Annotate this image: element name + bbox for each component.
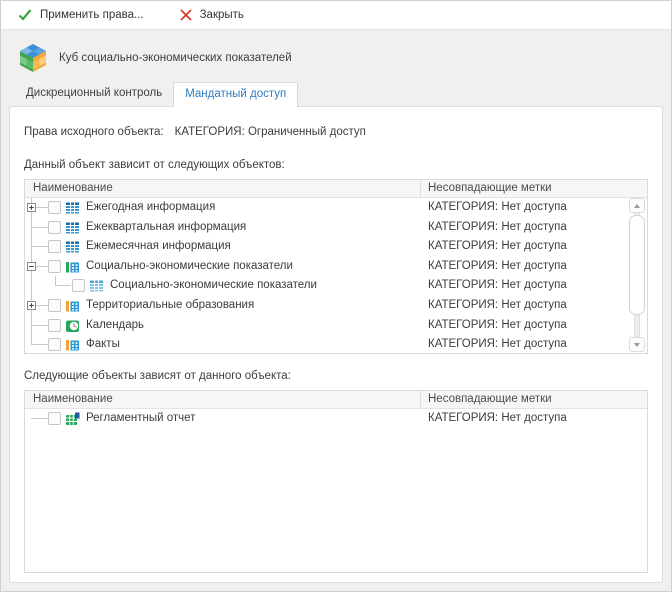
close-label: Закрыть [200, 9, 244, 21]
row-label[interactable]: Факты [86, 338, 120, 350]
row-label[interactable]: Социально-экономические показатели [86, 260, 293, 272]
table-row[interactable]: Территориальные образования КАТЕГОРИЯ: Не… [25, 296, 647, 316]
row-checkbox[interactable] [48, 221, 61, 234]
tree-connector [31, 325, 48, 326]
column-header-name[interactable]: Наименование [33, 182, 113, 194]
table-row[interactable]: Ежеквартальная информация КАТЕГОРИЯ: Нет … [25, 218, 647, 238]
scroll-up-button[interactable] [629, 198, 645, 213]
tab-bar: Дискреционный контроль Мандатный доступ [1, 81, 671, 106]
arrow-down-icon [634, 343, 640, 347]
table-row[interactable]: Календарь КАТЕГОРИЯ: Нет доступа [25, 316, 647, 336]
dependencies-section-label: Данный объект зависит от следующих объек… [24, 159, 648, 171]
table-row[interactable]: Ежегодная информация КАТЕГОРИЯ: Нет досту… [25, 198, 647, 218]
expand-icon[interactable] [27, 301, 36, 310]
tree-connector [31, 227, 48, 228]
tab-mandatory-access[interactable]: Мандатный доступ [173, 82, 298, 107]
dependents-section-label: Следующие объекты зависят от данного объ… [24, 370, 648, 382]
row-label[interactable]: Ежеквартальная информация [86, 221, 246, 233]
scroll-down-button[interactable] [629, 337, 645, 352]
tree-connector [36, 305, 48, 306]
row-checkbox[interactable] [48, 201, 61, 214]
row-labels-value: КАТЕГОРИЯ: Нет доступа [428, 221, 567, 233]
row-label[interactable]: Ежемесячная информация [86, 240, 231, 252]
row-label[interactable]: Регламентный отчет [86, 412, 195, 424]
table-light-icon [89, 279, 104, 293]
row-checkbox[interactable] [48, 260, 61, 273]
source-rights-label: Права исходного объекта: [24, 126, 164, 138]
cube-icon [17, 43, 49, 73]
column-header-name[interactable]: Наименование [33, 393, 113, 405]
dependents-table-body: Регламентный отчет КАТЕГОРИЯ: Нет доступа [25, 409, 647, 572]
row-labels-value: КАТЕГОРИЯ: Нет доступа [428, 279, 567, 291]
row-label[interactable]: Социально-экономические показатели [110, 279, 317, 291]
source-object-rights: Права исходного объекта: КАТЕГОРИЯ: Огран… [24, 126, 648, 138]
table-blue-icon [65, 240, 80, 254]
row-label[interactable]: Ежегодная информация [86, 201, 215, 213]
dependencies-table-header: Наименование Несовпадающие метки [25, 180, 647, 198]
column-header-labels[interactable]: Несовпадающие метки [428, 182, 552, 194]
row-labels-value: КАТЕГОРИЯ: Нет доступа [428, 319, 567, 331]
apply-rights-label: Применить права... [40, 9, 144, 21]
calendar-icon [65, 319, 80, 333]
collapse-icon[interactable] [27, 262, 36, 271]
row-checkbox[interactable] [48, 319, 61, 332]
dependencies-table-body: Ежегодная информация КАТЕГОРИЯ: Нет досту… [25, 198, 647, 354]
expand-icon[interactable] [27, 203, 36, 212]
row-labels-value: КАТЕГОРИЯ: Нет доступа [428, 260, 567, 272]
toolbar: Применить права... Закрыть [1, 1, 671, 30]
tree-connector [31, 418, 48, 419]
report-icon [65, 412, 80, 426]
tree-connector [36, 207, 48, 208]
tree-connector [36, 266, 48, 267]
apply-rights-button[interactable]: Применить права... [12, 5, 150, 25]
row-labels-value: КАТЕГОРИЯ: Нет доступа [428, 201, 567, 213]
row-labels-value: КАТЕГОРИЯ: Нет доступа [428, 338, 567, 350]
row-checkbox[interactable] [48, 299, 61, 312]
arrow-up-icon [634, 204, 640, 208]
table-row[interactable]: Социально-экономические показатели КАТЕГО… [25, 257, 647, 277]
close-button[interactable]: Закрыть [174, 5, 250, 25]
tab-discretionary-control[interactable]: Дискреционный контроль [15, 82, 173, 106]
column-divider [420, 180, 421, 198]
row-labels-value: КАТЕГОРИЯ: Нет доступа [428, 412, 567, 424]
tree-connector [55, 276, 71, 286]
row-label[interactable]: Территориальные образования [86, 299, 254, 311]
dependents-table-header: Наименование Несовпадающие метки [25, 391, 647, 409]
row-labels-value: КАТЕГОРИЯ: Нет доступа [428, 240, 567, 252]
table-blue-icon [65, 201, 80, 215]
table-row[interactable]: Факты КАТЕГОРИЯ: Нет доступа [25, 335, 647, 354]
scrollbar-thumb[interactable] [629, 215, 645, 315]
row-label[interactable]: Календарь [86, 319, 144, 331]
dim-orange-icon [65, 299, 80, 313]
mandatory-access-dialog: Применить права... Закрыть Куб социально [0, 0, 672, 592]
table-row[interactable]: Ежемесячная информация КАТЕГОРИЯ: Нет дос… [25, 237, 647, 257]
row-checkbox[interactable] [72, 279, 85, 292]
object-title: Куб социально-экономических показателей [59, 52, 292, 64]
column-divider [420, 391, 421, 409]
mandatory-access-panel: Права исходного объекта: КАТЕГОРИЯ: Огран… [9, 106, 663, 583]
table-blue-icon [65, 221, 80, 235]
table-row[interactable]: Регламентный отчет КАТЕГОРИЯ: Нет доступа [25, 409, 647, 429]
column-header-labels[interactable]: Несовпадающие метки [428, 393, 552, 405]
row-labels-value: КАТЕГОРИЯ: Нет доступа [428, 299, 567, 311]
tree-connector [31, 344, 48, 345]
dependents-table: Наименование Несовпадающие метки Регламе… [24, 390, 648, 573]
dim-orange-icon [65, 338, 80, 352]
row-checkbox[interactable] [48, 412, 61, 425]
source-rights-value: КАТЕГОРИЯ: Ограниченный доступ [175, 126, 366, 138]
object-header: Куб социально-экономических показателей [1, 30, 671, 81]
checkmark-icon [18, 9, 32, 21]
row-checkbox[interactable] [48, 338, 61, 351]
table-row[interactable]: Социально-экономические показатели КАТЕГО… [25, 276, 647, 296]
row-checkbox[interactable] [48, 240, 61, 253]
close-icon [180, 9, 192, 21]
dependencies-table: Наименование Несовпадающие метки Ежегодн… [24, 179, 648, 354]
vertical-scrollbar[interactable] [629, 198, 645, 352]
dim-green-icon [65, 260, 80, 274]
tree-connector [31, 246, 48, 247]
